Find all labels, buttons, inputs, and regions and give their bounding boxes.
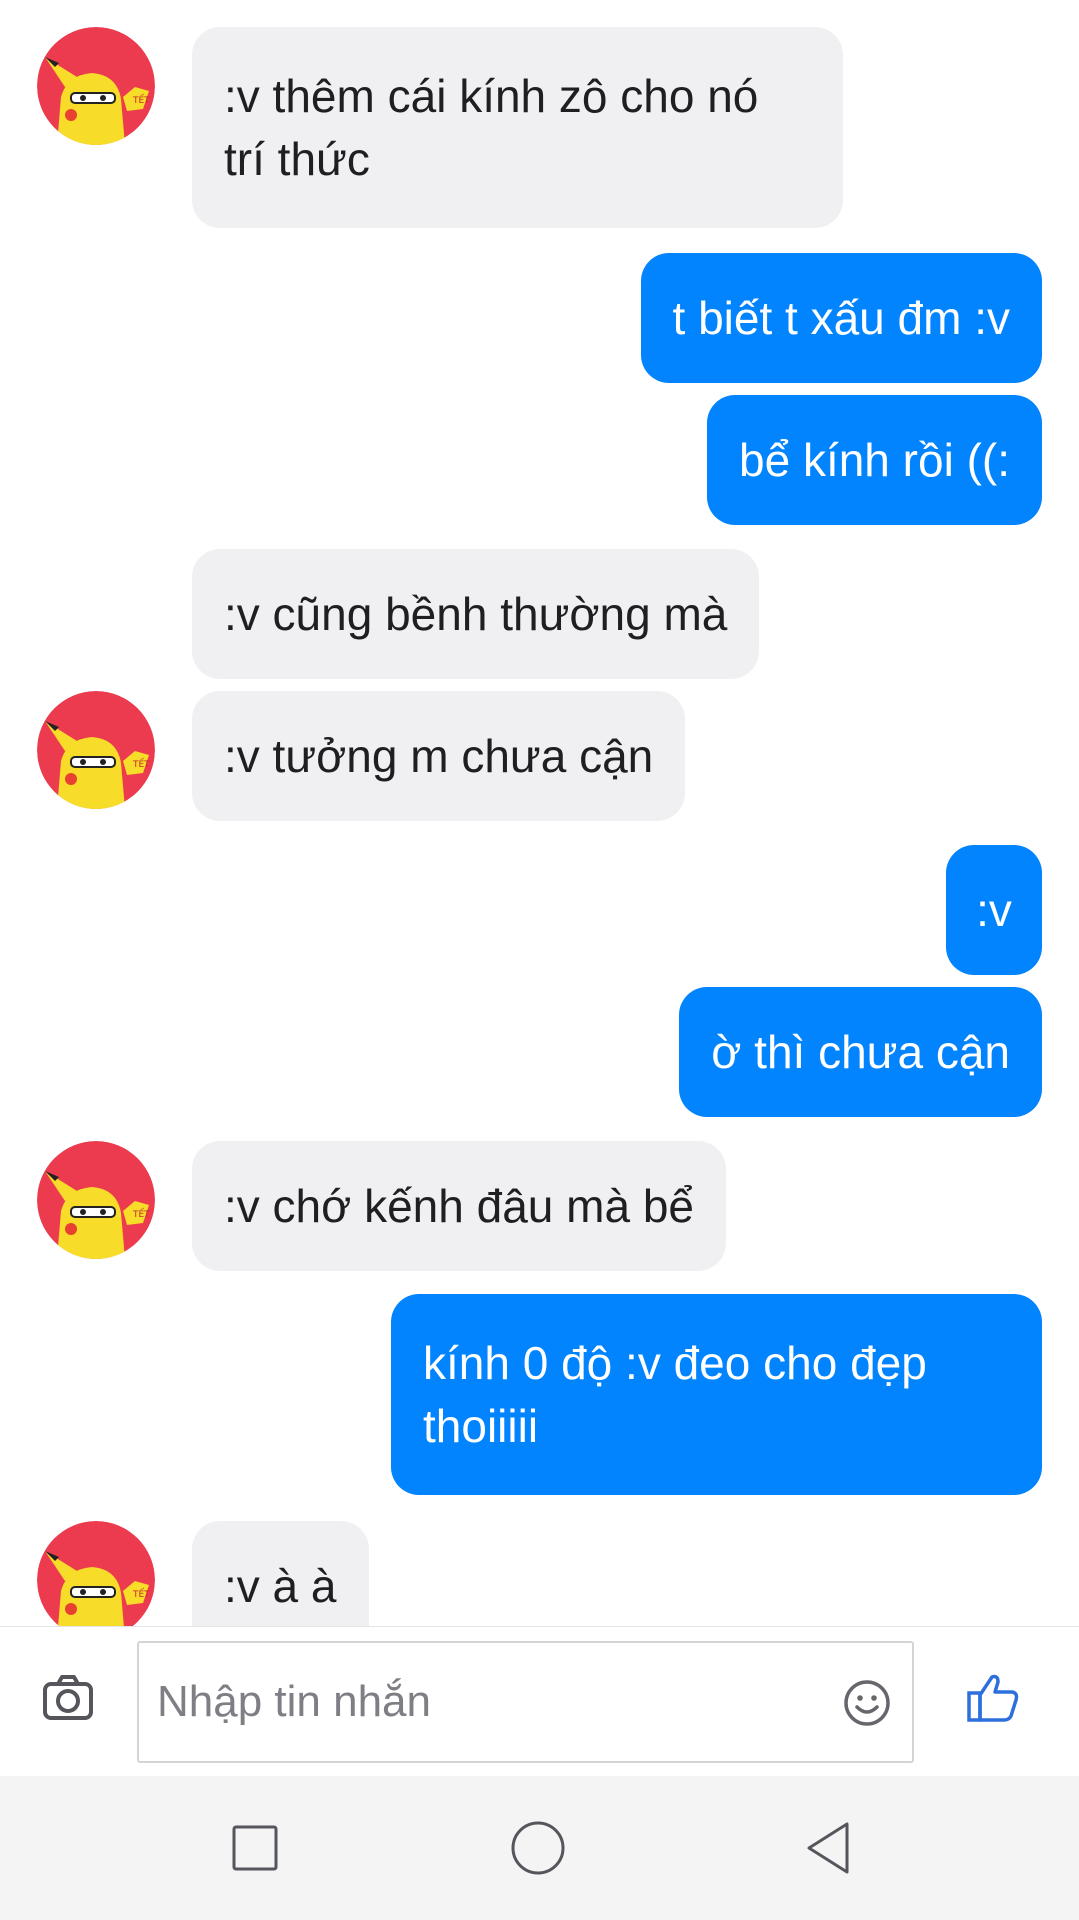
message-text: bể kính rồi ((:: [739, 433, 1010, 486]
recents-button[interactable]: [225, 1818, 285, 1878]
pikachu-avatar-icon: TẾT: [37, 691, 155, 809]
message-text: :v cũng bềnh thường mà: [224, 587, 728, 640]
message-composer: [0, 1626, 1079, 1776]
avatar-badge: TẾT: [132, 1588, 150, 1600]
message-text: t biết t xấu đm :v: [672, 291, 1010, 344]
message-text: :v chớ kếnh đâu mà bể: [224, 1179, 694, 1232]
contact-avatar[interactable]: TẾT: [37, 1521, 155, 1626]
avatar-badge: TẾT: [132, 758, 150, 770]
smiley-icon: [844, 1680, 890, 1726]
camera-icon: [43, 1675, 93, 1720]
outgoing-message[interactable]: :v: [946, 845, 1042, 975]
home-button[interactable]: [508, 1818, 568, 1878]
recents-square-icon: [232, 1825, 278, 1871]
pikachu-avatar-icon: TẾT: [37, 27, 155, 145]
pikachu-avatar-icon: TẾT: [37, 1521, 155, 1626]
pikachu-avatar-icon: TẾT: [37, 1141, 155, 1259]
thumbs-up-icon: [967, 1674, 1019, 1722]
message-input[interactable]: [157, 1643, 797, 1761]
like-button[interactable]: [965, 1669, 1021, 1725]
contact-avatar[interactable]: TẾT: [37, 27, 155, 145]
camera-button[interactable]: [38, 1667, 98, 1727]
message-text: :v tưởng m chưa cận: [224, 729, 654, 782]
avatar-badge: TẾT: [132, 94, 150, 106]
system-navigation-bar: [0, 1776, 1079, 1920]
outgoing-message[interactable]: kính 0 độ :v đeo cho đẹp thoiiiii: [391, 1294, 1042, 1495]
home-circle-icon: [511, 1821, 565, 1875]
avatar-badge: TẾT: [132, 1208, 150, 1220]
incoming-message[interactable]: :v chớ kếnh đâu mà bể: [192, 1141, 726, 1271]
message-text: ờ thì chưa cận: [711, 1025, 1010, 1078]
message-input-box[interactable]: [137, 1641, 914, 1763]
incoming-message[interactable]: :v cũng bềnh thường mà: [192, 549, 760, 679]
outgoing-message[interactable]: t biết t xấu đm :v: [640, 253, 1042, 383]
incoming-message[interactable]: :v à à: [192, 1521, 369, 1626]
outgoing-message[interactable]: bể kính rồi ((:: [707, 395, 1042, 525]
incoming-message[interactable]: :v tưởng m chưa cận: [192, 691, 686, 821]
message-text: :v thêm cái kính zô cho nó trí thức: [224, 69, 759, 185]
message-text: kính 0 độ :v đeo cho đẹp thoiiiii: [423, 1336, 927, 1452]
back-button[interactable]: [799, 1818, 859, 1878]
emoji-button[interactable]: [842, 1678, 892, 1728]
message-list[interactable]: TẾT :v thêm cái kính zô cho nó trí thức …: [0, 0, 1079, 1626]
message-text: :v à à: [224, 1559, 337, 1612]
back-triangle-icon: [807, 1822, 849, 1874]
contact-avatar[interactable]: TẾT: [37, 1141, 155, 1259]
contact-avatar[interactable]: TẾT: [37, 691, 155, 809]
outgoing-message[interactable]: ờ thì chưa cận: [679, 987, 1042, 1117]
incoming-message[interactable]: :v thêm cái kính zô cho nó trí thức: [192, 27, 843, 228]
message-text: :v: [976, 883, 1012, 936]
